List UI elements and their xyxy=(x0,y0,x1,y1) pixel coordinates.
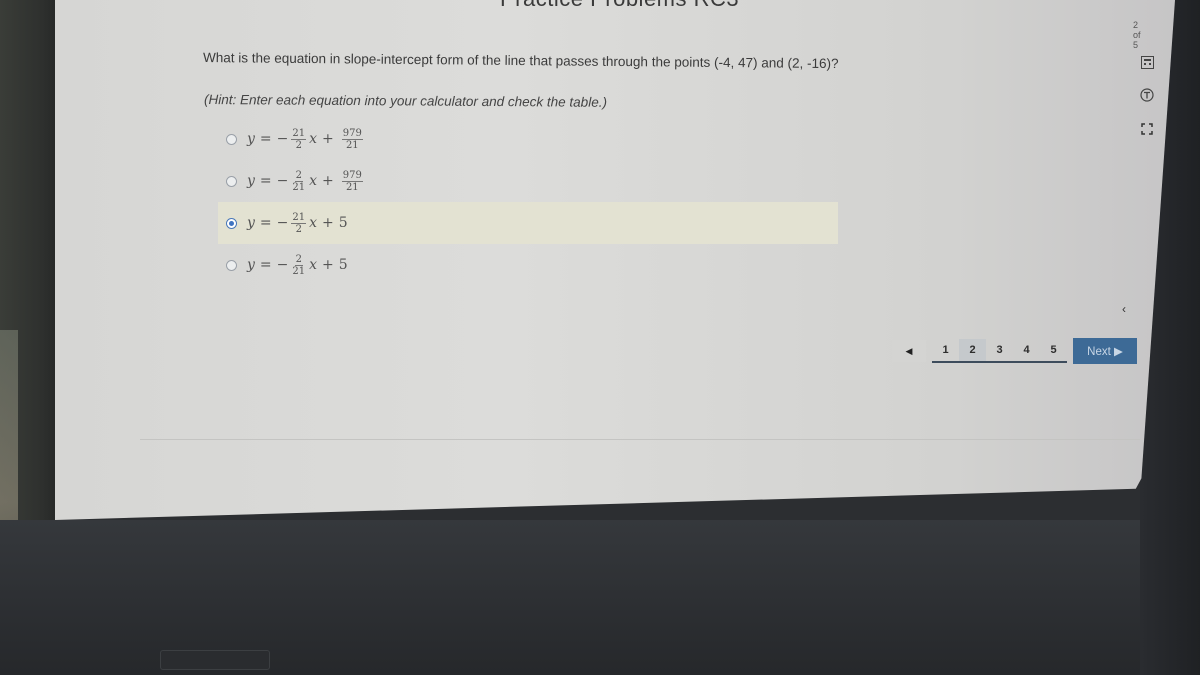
question-progress: 2 of 5 xyxy=(1133,20,1141,50)
intercept-fraction: 979 21 xyxy=(341,169,363,193)
fullscreen-icon[interactable] xyxy=(1140,122,1154,136)
minus-sign: − xyxy=(276,215,289,231)
equals-sign: = xyxy=(259,215,272,231)
intercept-value: 5 xyxy=(338,257,348,273)
plus-sign: + xyxy=(322,131,334,147)
answer-choice-1[interactable]: y = − 21 2 x + 979 21 xyxy=(218,118,838,160)
radio-button[interactable] xyxy=(226,259,237,271)
variable-x: x xyxy=(309,173,318,189)
equals-sign: = xyxy=(259,257,272,273)
radio-button-selected[interactable] xyxy=(226,217,237,229)
plus-sign: + xyxy=(322,173,334,189)
slope-numerator: 21 xyxy=(291,127,307,140)
next-button[interactable]: Next ▶ xyxy=(1073,338,1137,364)
page-2-current[interactable]: 2 xyxy=(959,339,986,361)
hint-text: (Hint: Enter each equation into your cal… xyxy=(203,92,608,110)
answer-choice-3[interactable]: y = − 21 2 x + 5 xyxy=(218,202,838,244)
input-method-label: INTL xyxy=(1106,501,1124,510)
page-3[interactable]: 3 xyxy=(986,339,1013,361)
page-4[interactable]: 4 xyxy=(1013,339,1040,361)
sign-out-button[interactable]: Sign out xyxy=(1038,499,1092,519)
equation: y = − 2 21 x + 979 21 xyxy=(247,170,366,193)
minus-sign: − xyxy=(276,131,289,147)
slope-fraction: 2 21 xyxy=(291,170,306,193)
equation-lhs: y xyxy=(247,173,255,189)
slope-numerator: 21 xyxy=(291,211,307,224)
variable-x: x xyxy=(309,131,318,147)
previous-button[interactable]: ◀ xyxy=(892,340,926,362)
answer-choice-2[interactable]: y = − 2 21 x + 979 21 xyxy=(218,160,838,202)
answer-choice-4[interactable]: y = − 2 21 x + 5 xyxy=(218,244,838,286)
screen: Practice Problems RC3 What is the equati… xyxy=(55,0,1175,520)
intercept-fraction: 979 21 xyxy=(341,127,363,151)
slope-denominator: 2 xyxy=(295,139,302,151)
equals-sign: = xyxy=(259,173,272,189)
slope-numerator: 2 xyxy=(294,169,303,182)
minus-sign: − xyxy=(276,173,289,189)
page-1[interactable]: 1 xyxy=(932,339,959,361)
page-5[interactable]: 5 xyxy=(1040,339,1067,361)
equation: y = − 2 21 x + 5 xyxy=(247,254,348,277)
slope-fraction: 2 21 xyxy=(291,254,306,277)
wifi-icon: ▼ xyxy=(1128,501,1137,510)
slope-denominator: 2 xyxy=(295,223,302,235)
equation: y = − 21 2 x + 979 21 xyxy=(247,128,366,151)
collapse-panel-icon[interactable]: ‹ xyxy=(1122,302,1126,316)
slope-fraction: 21 2 xyxy=(291,211,307,235)
plus-sign: + xyxy=(322,257,334,273)
variable-x: x xyxy=(309,215,318,231)
intercept-denominator: 21 xyxy=(345,181,359,193)
keyboard-edge xyxy=(160,650,270,670)
variable-x: x xyxy=(309,257,318,273)
intercept-value: 5 xyxy=(338,215,348,231)
calculator-icon[interactable] xyxy=(1140,55,1154,69)
equals-sign: = xyxy=(259,131,272,147)
radio-button[interactable] xyxy=(226,133,237,145)
equation-lhs: y xyxy=(247,215,255,231)
slope-denominator: 21 xyxy=(292,181,306,193)
equation: y = − 21 2 x + 5 xyxy=(247,212,348,235)
intercept-denominator: 21 xyxy=(345,139,359,151)
slope-numerator: 2 xyxy=(294,253,303,266)
slope-fraction: 21 2 xyxy=(291,127,307,151)
answer-choices: y = − 21 2 x + 979 21 y = − 2 21 x + 979… xyxy=(218,118,838,286)
intercept-numerator: 979 xyxy=(341,169,363,182)
plus-sign: + xyxy=(322,215,334,231)
question-card: Practice Problems RC3 What is the equati… xyxy=(140,0,1154,440)
radio-button[interactable] xyxy=(226,175,237,187)
equation-lhs: y xyxy=(247,257,255,273)
equation-lhs: y xyxy=(247,131,255,147)
slope-denominator: 21 xyxy=(292,265,306,277)
intercept-numerator: 979 xyxy=(341,127,363,140)
pagination: ◀ 1 2 3 4 5 Next ▶ xyxy=(892,338,1137,364)
question-text: What is the equation in slope-intercept … xyxy=(202,50,839,72)
page-numbers: 1 2 3 4 5 xyxy=(932,339,1067,363)
text-to-speech-icon[interactable] xyxy=(1140,88,1154,102)
page-title: Practice Problems RC3 xyxy=(500,0,739,12)
minus-sign: − xyxy=(276,257,289,273)
